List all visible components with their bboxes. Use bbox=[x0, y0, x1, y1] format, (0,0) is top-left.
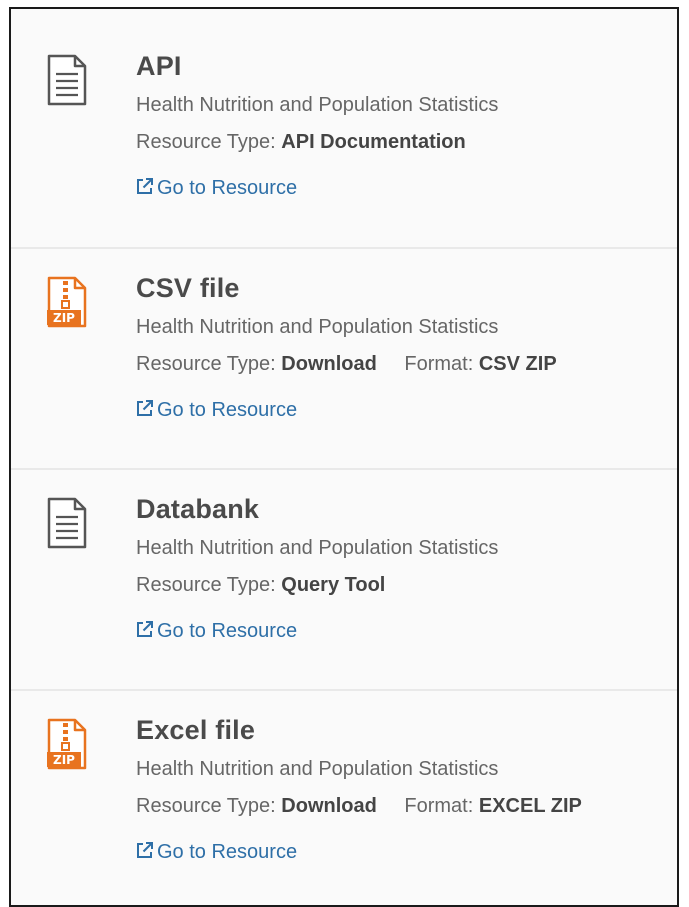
go-to-resource-link[interactable]: Go to Resource bbox=[135, 841, 297, 864]
svg-text:ZIP: ZIP bbox=[53, 753, 75, 767]
external-link-icon bbox=[135, 841, 154, 860]
external-link-icon bbox=[135, 177, 154, 196]
document-icon bbox=[47, 54, 87, 106]
go-to-resource-link[interactable]: Go to Resource bbox=[135, 620, 297, 643]
resource-dataset-name: Health Nutrition and Population Statisti… bbox=[136, 94, 499, 116]
go-to-resource-label: Go to Resource bbox=[157, 177, 298, 199]
resource-title: Excel file bbox=[136, 715, 256, 745]
svg-text:ZIP: ZIP bbox=[53, 311, 75, 325]
resource-format-value: EXCEL ZIP bbox=[478, 795, 582, 817]
go-to-resource-link[interactable]: Go to Resource bbox=[135, 399, 297, 422]
resource-item-excel-file: ZIP Excel file Health Nutrition and Popu… bbox=[11, 673, 677, 894]
external-link-icon bbox=[135, 620, 154, 639]
resource-dataset-name: Health Nutrition and Population Statisti… bbox=[136, 758, 499, 780]
resource-title: CSV file bbox=[136, 273, 240, 303]
resource-item-api: API Health Nutrition and Population Stat… bbox=[11, 9, 677, 230]
go-to-resource-label: Go to Resource bbox=[157, 399, 298, 421]
resource-type-line: Resource Type: API Documentation bbox=[136, 131, 466, 154]
resource-type-label: Resource Type: bbox=[136, 131, 276, 153]
document-icon bbox=[47, 497, 87, 549]
zip-file-icon: ZIP bbox=[47, 718, 87, 770]
resource-title: API bbox=[136, 51, 182, 81]
go-to-resource-label: Go to Resource bbox=[157, 841, 298, 863]
resource-title: Databank bbox=[136, 494, 260, 524]
resource-list-panel: API Health Nutrition and Population Stat… bbox=[9, 7, 679, 907]
resource-type-value: Query Tool bbox=[281, 574, 386, 596]
resource-type-value: API Documentation bbox=[281, 131, 466, 153]
zip-file-icon: ZIP bbox=[47, 276, 87, 328]
resource-type-line: Resource Type: Query Tool bbox=[136, 574, 385, 597]
external-link-icon bbox=[135, 399, 154, 418]
go-to-resource-label: Go to Resource bbox=[157, 620, 298, 642]
resource-type-label: Resource Type: bbox=[136, 353, 276, 375]
resource-item-databank: Databank Health Nutrition and Population… bbox=[11, 452, 677, 673]
resource-type-line: Resource Type: Download Format: CSV ZIP bbox=[136, 353, 557, 376]
resource-type-value: Download bbox=[281, 353, 377, 375]
resource-dataset-name: Health Nutrition and Population Statisti… bbox=[136, 316, 499, 338]
resource-type-line: Resource Type: Download Format: EXCEL ZI… bbox=[136, 795, 582, 818]
resource-format-value: CSV ZIP bbox=[478, 353, 557, 375]
resource-type-value: Download bbox=[281, 795, 377, 817]
resource-dataset-name: Health Nutrition and Population Statisti… bbox=[136, 537, 499, 559]
resource-type-label: Resource Type: bbox=[136, 574, 276, 596]
resource-format-label: Format: bbox=[404, 795, 474, 817]
resource-item-csv-file: ZIP CSV file Health Nutrition and Popula… bbox=[11, 231, 677, 452]
resource-format-label: Format: bbox=[404, 353, 474, 375]
go-to-resource-link[interactable]: Go to Resource bbox=[135, 177, 297, 200]
resource-type-label: Resource Type: bbox=[136, 795, 276, 817]
